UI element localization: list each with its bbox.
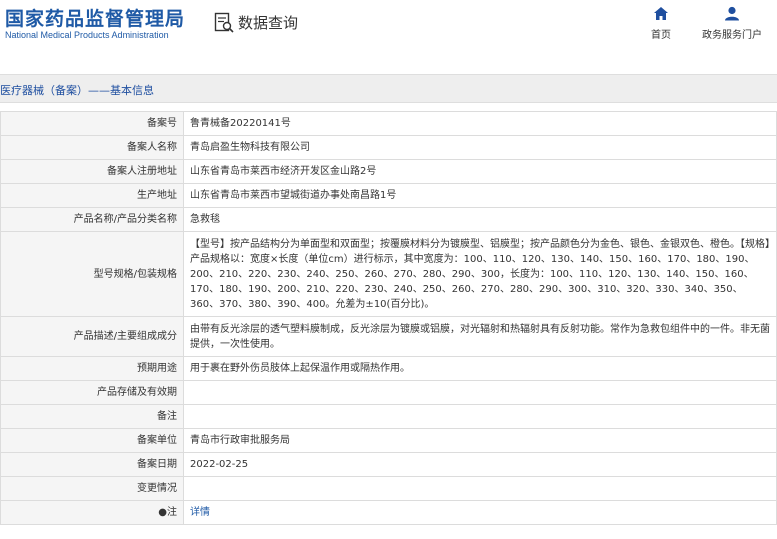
- row-value: 鲁青械备20220141号: [183, 111, 777, 136]
- row-value: 青岛启盈生物科技有限公司: [183, 135, 777, 160]
- site-logo-title[interactable]: 国家药品监督管理局: [5, 4, 185, 31]
- site-header: 国家药品监督管理局 National Medical Products Admi…: [0, 0, 777, 50]
- table-row: 备案单位 青岛市行政审批服务局: [0, 428, 777, 453]
- table-row: 型号规格/包装规格 【型号】按产品结构分为单面型和双面型；按覆膜材料分为镀膜型、…: [0, 231, 777, 317]
- row-value: 2022-02-25: [183, 452, 777, 477]
- row-value: [183, 404, 777, 429]
- row-value: [183, 476, 777, 501]
- row-label: 备案单位: [0, 428, 184, 453]
- table-row: 备注: [0, 404, 777, 429]
- row-value: 山东省青岛市莱西市望城街道办事处南昌路1号: [183, 183, 777, 208]
- row-value: 山东省青岛市莱西市经济开发区金山路2号: [183, 159, 777, 184]
- row-value: 青岛市行政审批服务局: [183, 428, 777, 453]
- row-label: 备案人注册地址: [0, 159, 184, 184]
- table-row: 产品存储及有效期: [0, 380, 777, 405]
- row-value: [183, 380, 777, 405]
- row-label: 生产地址: [0, 183, 184, 208]
- row-label: 备案人名称: [0, 135, 184, 160]
- user-icon: [725, 6, 739, 21]
- row-label: 型号规格/包装规格: [0, 231, 184, 317]
- table-row: 备案号 鲁青械备20220141号: [0, 111, 777, 136]
- data-query-icon: [214, 12, 234, 33]
- table-row: 备案日期 2022-02-25: [0, 452, 777, 477]
- row-value: 用于裹在野外伤员肢体上起保温作用或隔热作用。: [183, 356, 777, 381]
- data-query-title: 数据查询: [238, 14, 299, 32]
- nav-home[interactable]: 首页: [626, 6, 696, 41]
- table-row: ●注 详情: [0, 500, 777, 525]
- row-value: 由带有反光涂层的透气塑料膜制成，反光涂层为镀膜或铝膜，对光辐射和热辐射具有反射功…: [183, 316, 777, 357]
- row-label: 变更情况: [0, 476, 184, 501]
- breadcrumb-bar: 医疗器械（备案）——基本信息: [0, 74, 777, 103]
- row-label: ●注: [0, 500, 184, 525]
- row-label: 备案号: [0, 111, 184, 136]
- table-row: 变更情况: [0, 476, 777, 501]
- table-row: 生产地址 山东省青岛市莱西市望城街道办事处南昌路1号: [0, 183, 777, 208]
- row-label: 产品名称/产品分类名称: [0, 207, 184, 232]
- table-row: 预期用途 用于裹在野外伤员肢体上起保温作用或隔热作用。: [0, 356, 777, 381]
- home-icon: [654, 7, 668, 20]
- table-row: 备案人注册地址 山东省青岛市莱西市经济开发区金山路2号: [0, 159, 777, 184]
- row-label: 备案日期: [0, 452, 184, 477]
- nav-service-portal-label: 政务服务门户: [702, 30, 762, 41]
- details-link[interactable]: 详情: [190, 507, 210, 518]
- table-row: 产品描述/主要组成成分 由带有反光涂层的透气塑料膜制成，反光涂层为镀膜或铝膜，对…: [0, 316, 777, 357]
- record-info-table: 备案号 鲁青械备20220141号 备案人名称 青岛启盈生物科技有限公司 备案人…: [0, 111, 777, 525]
- row-label: 备注: [0, 404, 184, 429]
- row-label: 预期用途: [0, 356, 184, 381]
- row-label: 产品描述/主要组成成分: [0, 316, 184, 357]
- table-row: 备案人名称 青岛启盈生物科技有限公司: [0, 135, 777, 160]
- breadcrumb: 医疗器械（备案）——基本信息: [0, 84, 154, 97]
- table-row: 产品名称/产品分类名称 急救毯: [0, 207, 777, 232]
- row-value: 【型号】按产品结构分为单面型和双面型；按覆膜材料分为镀膜型、铝膜型；按产品颜色分…: [183, 231, 777, 317]
- site-logo-subtitle[interactable]: National Medical Products Administration: [5, 30, 169, 40]
- row-value: 急救毯: [183, 207, 777, 232]
- nav-home-label: 首页: [651, 30, 671, 41]
- row-label: 产品存储及有效期: [0, 380, 184, 405]
- row-value-cell: 详情: [183, 500, 777, 525]
- nav-service-portal[interactable]: 政务服务门户: [697, 6, 767, 41]
